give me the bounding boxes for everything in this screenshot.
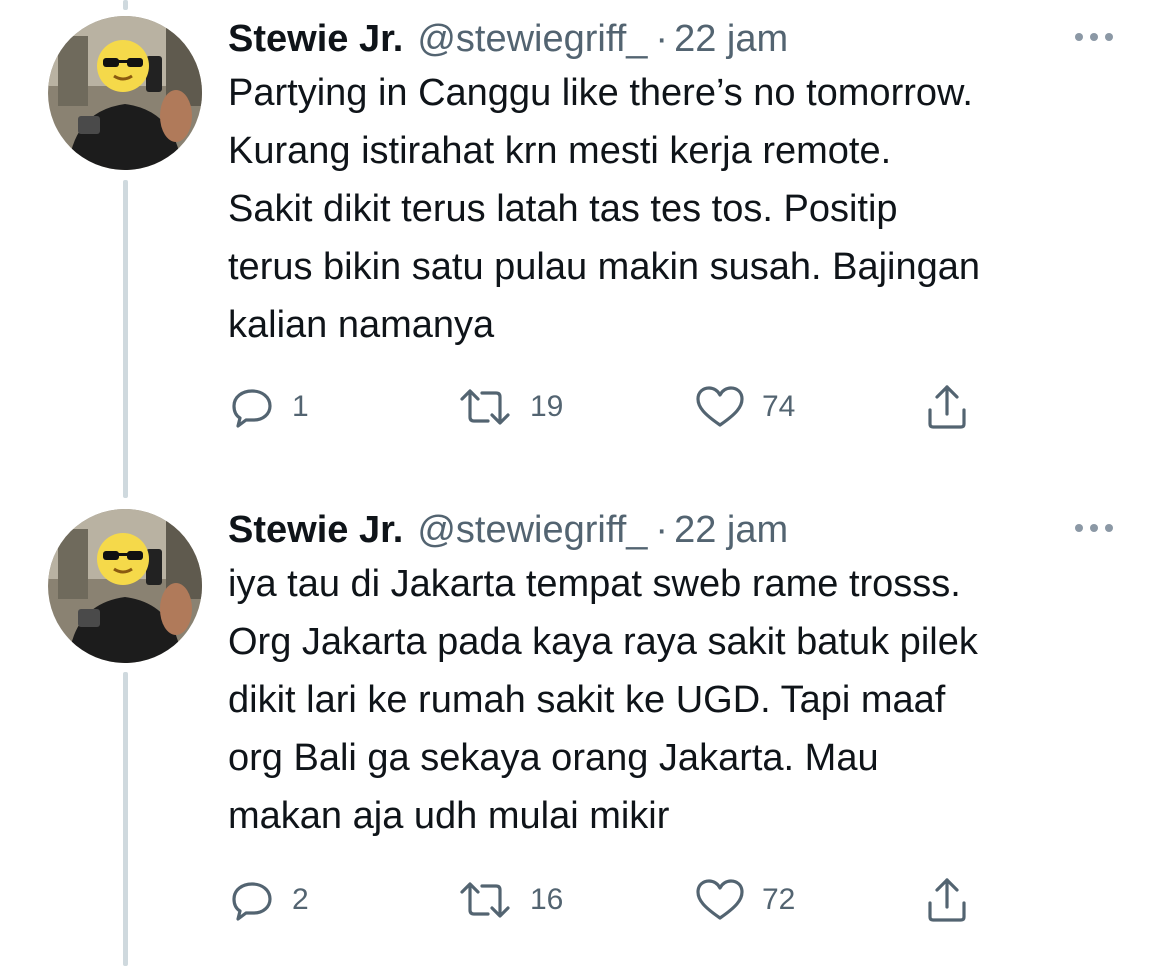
tweet-text-line: makan aja udh mulai mikir [228,795,670,837]
more-button[interactable] [1069,22,1119,52]
tweet-header: Stewie Jr. @stewiegriff_ · 22 jam [228,505,788,555]
avatar-image [48,16,202,170]
author-name[interactable]: Stewie Jr. [228,509,403,552]
author-handle[interactable]: @stewiegriff_ [417,509,647,552]
tweet-actions: 2 16 72 [228,875,988,925]
separator-dot: · [655,508,669,551]
like-count: 72 [762,883,796,916]
tweet[interactable]: Stewie Jr. @stewiegriff_ · 22 jam iya ta… [0,505,1169,945]
tweet-actions: 1 19 74 [228,382,988,432]
thread-line-top [123,0,128,10]
timestamp[interactable]: 22 jam [674,509,788,552]
reply-count: 2 [292,883,309,916]
retweet-count: 16 [530,883,564,916]
tweet-text: Partying in Canggu like there’s no tomor… [228,64,1148,354]
like-button[interactable]: 72 [694,875,795,925]
more-button[interactable] [1069,513,1119,543]
retweet-button[interactable]: 16 [456,875,563,925]
tweet-text-line: iya tau di Jakarta tempat sweb rame tros… [228,563,961,605]
tweet-text: iya tau di Jakarta tempat sweb rame tros… [228,555,1148,845]
separator-dot: · [655,17,669,60]
heart-icon [696,386,744,427]
reply-icon [232,389,272,428]
more-icon [1075,33,1113,41]
avatar[interactable] [48,509,202,663]
share-icon [928,385,966,429]
retweet-count: 19 [530,390,564,423]
author-handle[interactable]: @stewiegriff_ [417,18,647,61]
heart-icon [696,879,744,920]
retweet-button[interactable]: 19 [456,382,563,432]
avatar-image [48,509,202,663]
share-icon [928,878,966,922]
tweet-text-line: org Bali ga sekaya orang Jakarta. Mau [228,737,879,779]
tweet-text-line: Org Jakarta pada kaya raya sakit batuk p… [228,621,978,663]
like-count: 74 [762,390,796,423]
tweet-header: Stewie Jr. @stewiegriff_ · 22 jam [228,14,788,64]
tweet-text-line: terus bikin satu pulau makin susah. Baji… [228,246,981,288]
author-name[interactable]: Stewie Jr. [228,18,403,61]
tweet-text-line: Sakit dikit terus latah tas tes tos. Pos… [228,188,898,230]
timestamp[interactable]: 22 jam [674,18,788,61]
tweet-text-line: Kurang istirahat krn mesti kerja remote. [228,130,892,172]
tweet-text-line: dikit lari ke rumah sakit ke UGD. Tapi m… [228,679,946,721]
avatar[interactable] [48,16,202,170]
share-button[interactable] [922,382,972,432]
retweet-icon [460,389,510,425]
share-button[interactable] [922,875,972,925]
more-icon [1075,524,1113,532]
tweet-text-line: Partying in Canggu like there’s no tomor… [228,72,973,114]
reply-button[interactable]: 2 [228,875,309,925]
reply-count: 1 [292,390,309,423]
tweet[interactable]: Stewie Jr. @stewiegriff_ · 22 jam Partyi… [0,14,1169,454]
like-button[interactable]: 74 [694,382,795,432]
retweet-icon [460,882,510,918]
reply-button[interactable]: 1 [228,382,309,432]
tweet-text-line: kalian namanya [228,304,495,346]
reply-icon [232,882,272,921]
